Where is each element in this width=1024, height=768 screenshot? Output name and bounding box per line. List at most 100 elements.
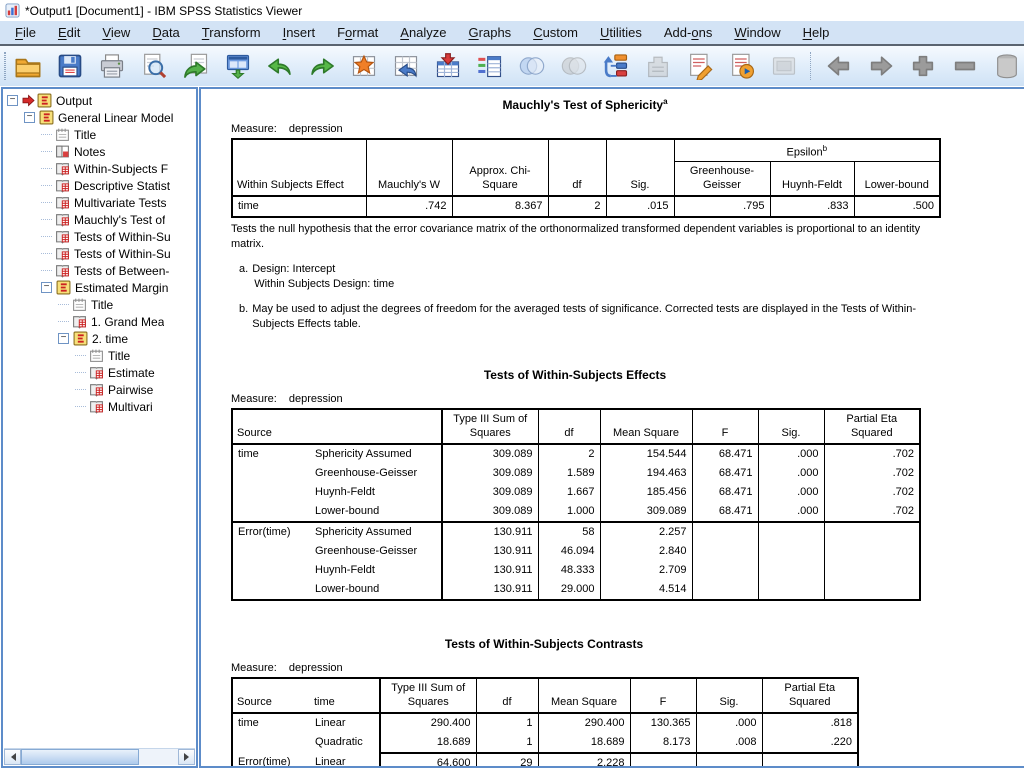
column-header: Mean Square [600, 409, 692, 444]
table-cell [696, 753, 762, 768]
title-icon [89, 348, 104, 363]
edit-output-button[interactable] [682, 49, 718, 83]
outline-item-estimate[interactable]: Estimate [3, 364, 196, 381]
cylinder-gray-icon [993, 52, 1021, 80]
table-cell: .000 [758, 444, 824, 464]
effects-table[interactable]: Source Type III Sum of Squares df Mean S… [231, 408, 921, 601]
scroll-right-button[interactable] [178, 749, 195, 765]
tree-connector [41, 168, 52, 169]
menu-insert[interactable]: Insert [272, 23, 327, 43]
expand-outline-button[interactable] [905, 49, 941, 83]
scrollbar-thumb[interactable] [21, 749, 139, 765]
outline-pane: −Output−General Linear ModelTitleNotesWi… [1, 87, 198, 768]
goto-case-button[interactable] [346, 49, 382, 83]
menu-help[interactable]: Help [792, 23, 841, 43]
contrasts-table[interactable]: Source time Type III Sum of Squares df M… [231, 677, 859, 768]
table-cell [232, 580, 310, 600]
table-cell: time [232, 444, 310, 464]
promote-outline-button[interactable] [821, 49, 857, 83]
frame-gray-icon [770, 52, 798, 80]
menu-edit[interactable]: Edit [47, 23, 91, 43]
table-cell: 309.089 [442, 483, 538, 502]
effects-section: Tests of Within-Subjects Effects Measure… [231, 368, 1024, 601]
menu-format[interactable]: Format [326, 23, 389, 43]
recall-dialogs-button[interactable] [220, 49, 256, 83]
outline-item-label: Tests of Within-Su [74, 247, 171, 261]
save-button[interactable] [52, 49, 88, 83]
collapse-expander-icon[interactable]: − [58, 333, 69, 344]
run-script-button[interactable] [724, 49, 760, 83]
undo-button[interactable] [262, 49, 298, 83]
menu-graphs[interactable]: Graphs [458, 23, 523, 43]
export-button[interactable] [178, 49, 214, 83]
outline-item-tests-of-within-su[interactable]: Tests of Within-Su [3, 245, 196, 262]
use-variable-sets-button[interactable] [514, 49, 550, 83]
table-cell: 2 [548, 196, 606, 217]
column-header: Huynh-Feldt [770, 161, 854, 196]
table-cell: 130.365 [630, 713, 696, 733]
collapse-outline-button[interactable] [947, 49, 983, 83]
menu-file[interactable]: File [4, 23, 47, 43]
outline-item-label: 2. time [92, 332, 128, 346]
arrow-right-gray-icon [867, 52, 895, 80]
content-pane[interactable]: Mauchly's Test of Sphericitya Measure:de… [199, 87, 1024, 768]
scrollbar-track[interactable] [21, 749, 178, 765]
outline-item-tests-of-between[interactable]: Tests of Between- [3, 262, 196, 279]
outline-item-general-linear-model[interactable]: −General Linear Model [3, 109, 196, 126]
outline-item-descriptive-statist[interactable]: Descriptive Statist [3, 177, 196, 194]
outline-item-title[interactable]: Title [3, 347, 196, 364]
menu-view[interactable]: View [91, 23, 141, 43]
menu-custom[interactable]: Custom [522, 23, 589, 43]
outline-item-output[interactable]: −Output [3, 92, 196, 109]
table-cell: 130.911 [442, 542, 538, 561]
table-cell [630, 753, 696, 768]
column-header: df [548, 139, 606, 196]
table-cell: .833 [770, 196, 854, 217]
outline-item-within-subjects-f[interactable]: Within-Subjects F [3, 160, 196, 177]
column-header: Approx. Chi-Square [452, 139, 548, 196]
menu-data[interactable]: Data [141, 23, 190, 43]
outline-item-pairwise[interactable]: Pairwise [3, 381, 196, 398]
table-cell [232, 502, 310, 522]
scroll-left-button[interactable] [4, 749, 21, 765]
outline-item-1-grand-mea[interactable]: 1. Grand Mea [3, 313, 196, 330]
open-file-button[interactable] [10, 49, 46, 83]
menu-transform[interactable]: Transform [191, 23, 272, 43]
outline-item-multivari[interactable]: Multivari [3, 398, 196, 415]
menu-analyze[interactable]: Analyze [389, 23, 457, 43]
outline-item-title[interactable]: Title [3, 126, 196, 143]
table-cell [824, 580, 920, 600]
outline-item-multivariate-tests[interactable]: Multivariate Tests [3, 194, 196, 211]
demote-outline-button[interactable] [863, 49, 899, 83]
spss-viewer-window: *Output1 [Document1] - IBM SPSS Statisti… [0, 0, 1024, 768]
collapse-expander-icon[interactable]: − [24, 112, 35, 123]
print-button[interactable] [94, 49, 130, 83]
table-cell: 2 [538, 444, 600, 464]
outline-item-estimated-margin[interactable]: −Estimated Margin [3, 279, 196, 296]
value-labels-button[interactable] [472, 49, 508, 83]
variables-button[interactable] [430, 49, 466, 83]
menu-add-ons[interactable]: Add-ons [653, 23, 723, 43]
toolbar-grip[interactable] [4, 52, 6, 80]
outline-item-2-time[interactable]: − 2. time [3, 330, 196, 347]
outline-item-title[interactable]: Title [3, 296, 196, 313]
goto-variable-button[interactable] [388, 49, 424, 83]
column-header: df [538, 409, 600, 444]
menu-window[interactable]: Window [723, 23, 791, 43]
table-cell [824, 522, 920, 542]
outline-item-label: Within-Subjects F [74, 162, 168, 176]
mauchly-table[interactable]: Within Subjects Effect Mauchly's W Appro… [231, 138, 941, 218]
collapse-expander-icon[interactable]: − [7, 95, 18, 106]
show-outline-button[interactable] [989, 49, 1024, 83]
outline-item-notes[interactable]: Notes [3, 143, 196, 160]
table-cell [758, 542, 824, 561]
outline-horizontal-scrollbar[interactable] [4, 748, 195, 765]
tree-connector [75, 406, 86, 407]
collapse-expander-icon[interactable]: − [41, 282, 52, 293]
outline-item-tests-of-within-su[interactable]: Tests of Within-Su [3, 228, 196, 245]
print-preview-button[interactable] [136, 49, 172, 83]
split-file-button[interactable] [598, 49, 634, 83]
menu-utilities[interactable]: Utilities [589, 23, 653, 43]
outline-item-mauchly-s-test-of[interactable]: Mauchly's Test of [3, 211, 196, 228]
redo-button[interactable] [304, 49, 340, 83]
